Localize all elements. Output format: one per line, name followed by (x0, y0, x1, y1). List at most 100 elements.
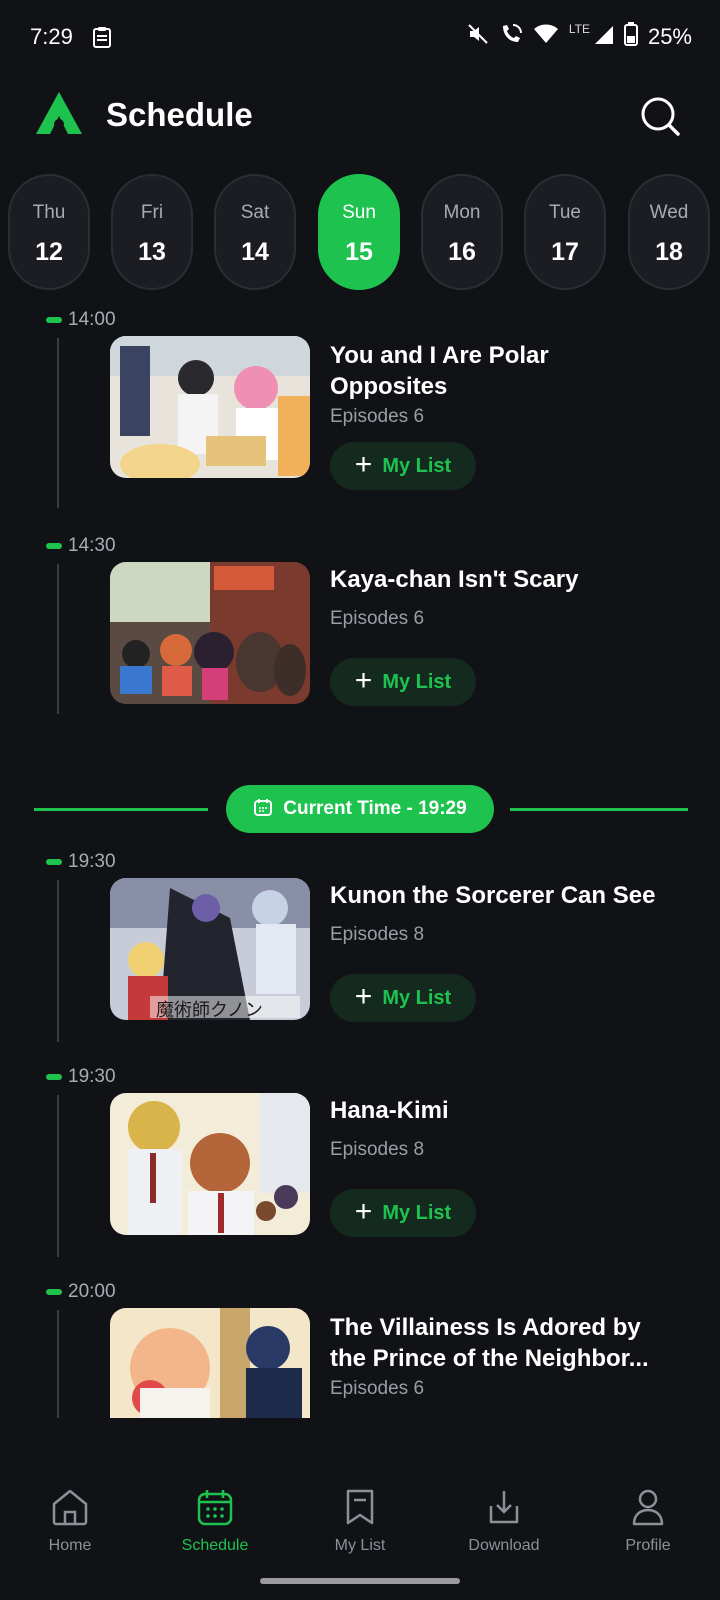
schedule-item[interactable]: 14:00 You and I Are Polar Opposites Epis… (0, 308, 720, 508)
app-screen: 7:29 LTE 25% Schedule Thu 12 Fri 13 Sat … (0, 0, 720, 1600)
status-time: 7:29 (30, 24, 73, 49)
day-number: 15 (345, 238, 373, 266)
day-name: Mon (443, 202, 481, 223)
timeline-line (57, 338, 59, 508)
time-dash (46, 543, 62, 549)
anime-title[interactable]: Kunon the Sorcerer Can See (330, 880, 700, 911)
time-marker: 20:00 (46, 1280, 116, 1304)
time-dash (46, 859, 62, 865)
anime-title[interactable]: You and I Are Polar Opposites (330, 340, 700, 402)
anime-thumbnail[interactable] (110, 1093, 310, 1235)
time-label: 20:00 (68, 1281, 116, 1302)
timeline-line (57, 1310, 59, 1418)
episode-count: Episodes 8 (330, 1139, 425, 1160)
time-dash (46, 1074, 62, 1080)
signal-icon (594, 23, 614, 50)
day-chip-sun[interactable]: Sun 15 (318, 174, 400, 290)
mylist-label: My List (382, 986, 452, 1009)
day-name: Tue (548, 202, 582, 223)
day-chip-fri[interactable]: Fri 13 (111, 174, 193, 290)
episode-count: Episodes 6 (330, 608, 425, 629)
day-number: 14 (241, 238, 269, 266)
time-label: 14:00 (68, 309, 116, 330)
app-logo-icon (34, 90, 84, 141)
day-number: 13 (138, 238, 166, 266)
nav-schedule[interactable]: Schedule (155, 1488, 275, 1555)
anime-title[interactable]: Hana-Kimi (330, 1095, 700, 1126)
mylist-label: My List (382, 1201, 452, 1224)
title-line: Kunon the Sorcerer Can See (330, 882, 656, 909)
battery-icon (623, 22, 638, 51)
schedule-item[interactable]: 20:00 The Villainess Is Adored by the Pr… (0, 1280, 720, 1418)
nav-mylist[interactable]: My List (300, 1488, 420, 1555)
thumbnail-caption: 魔術師クノン (156, 1000, 263, 1020)
bottom-nav: Home Schedule My List Download Profile (0, 1470, 720, 1600)
time-dash (46, 317, 62, 323)
plus-icon: + (354, 979, 373, 1013)
current-time-divider: Current Time - 19:29 (0, 785, 720, 835)
calendar-icon (155, 1488, 275, 1531)
search-icon[interactable] (638, 94, 682, 138)
title-line: Hana-Kimi (330, 1097, 449, 1124)
divider-line (34, 808, 208, 811)
day-chip-sat[interactable]: Sat 14 (214, 174, 296, 290)
anime-thumbnail[interactable] (110, 336, 310, 478)
title-line: Opposites (330, 373, 448, 400)
home-indicator[interactable] (260, 1578, 460, 1584)
day-chip-thu[interactable]: Thu 12 (8, 174, 90, 290)
anime-thumbnail[interactable] (110, 562, 310, 704)
plus-icon: + (354, 1194, 373, 1228)
schedule-item[interactable]: 19:30 Hana-Kimi Episodes 8 + My List (0, 1065, 720, 1265)
nav-label: Schedule (181, 1537, 249, 1554)
day-number: 17 (551, 238, 579, 266)
day-chip-tue[interactable]: Tue 17 (524, 174, 606, 290)
nav-download[interactable]: Download (444, 1488, 564, 1555)
add-to-mylist-button[interactable]: + My List (330, 1189, 476, 1237)
anime-title[interactable]: The Villainess Is Adored by the Prince o… (330, 1312, 700, 1374)
current-time-badge: Current Time - 19:29 (226, 785, 494, 833)
nav-home[interactable]: Home (10, 1488, 130, 1555)
title-line: Kaya-chan Isn't Scary (330, 566, 579, 593)
home-icon (10, 1488, 130, 1531)
status-bar: 7:29 LTE 25% (0, 0, 720, 74)
anime-title[interactable]: Kaya-chan Isn't Scary (330, 564, 700, 595)
day-name: Sat (240, 202, 270, 223)
day-name: Fri (140, 202, 164, 223)
current-time-label: Current Time - 19:29 (283, 798, 467, 819)
mylist-label: My List (382, 670, 452, 693)
schedule-item[interactable]: 14:30 Kaya-chan Isn't Scary Episodes 6 +… (0, 534, 720, 734)
day-chip-mon[interactable]: Mon 16 (421, 174, 503, 290)
time-marker: 19:30 (46, 1065, 116, 1089)
add-to-mylist-button[interactable]: + My List (330, 974, 476, 1022)
download-icon (444, 1488, 564, 1531)
day-name: Wed (649, 202, 689, 223)
time-marker: 14:00 (46, 308, 116, 332)
wifi-icon (533, 23, 559, 50)
title-line: The Villainess Is Adored by (330, 1314, 641, 1341)
mute-icon (467, 23, 489, 50)
nav-profile[interactable]: Profile (588, 1488, 708, 1555)
add-to-mylist-button[interactable]: + My List (330, 442, 476, 490)
timeline-line (57, 880, 59, 1042)
nav-label: Profile (625, 1537, 671, 1554)
add-to-mylist-button[interactable]: + My List (330, 658, 476, 706)
time-label: 14:30 (68, 535, 116, 556)
divider-line (510, 808, 688, 811)
day-selector: Thu 12 Fri 13 Sat 14 Sun 15 Mon 16 Tue 1… (8, 174, 720, 292)
nav-label: Download (468, 1537, 540, 1554)
header: Schedule (0, 84, 720, 150)
time-marker: 14:30 (46, 534, 116, 558)
day-name: Thu (32, 202, 66, 223)
page-title: Schedule (106, 96, 253, 133)
day-chip-wed[interactable]: Wed 18 (628, 174, 710, 290)
schedule-list[interactable]: 14:00 You and I Are Polar Opposites Epis… (0, 300, 720, 1418)
mylist-label: My List (382, 454, 452, 477)
schedule-item[interactable]: 19:30 魔術師クノン Kunon the Sorcerer Can See … (0, 850, 720, 1050)
battery-percent: 25% (647, 23, 692, 49)
anime-thumbnail[interactable] (110, 1308, 310, 1418)
profile-icon (588, 1488, 708, 1531)
day-name: Sun (342, 202, 376, 223)
anime-thumbnail[interactable]: 魔術師クノン (110, 878, 310, 1020)
day-number: 18 (655, 238, 683, 266)
nav-label: Home (48, 1537, 92, 1554)
